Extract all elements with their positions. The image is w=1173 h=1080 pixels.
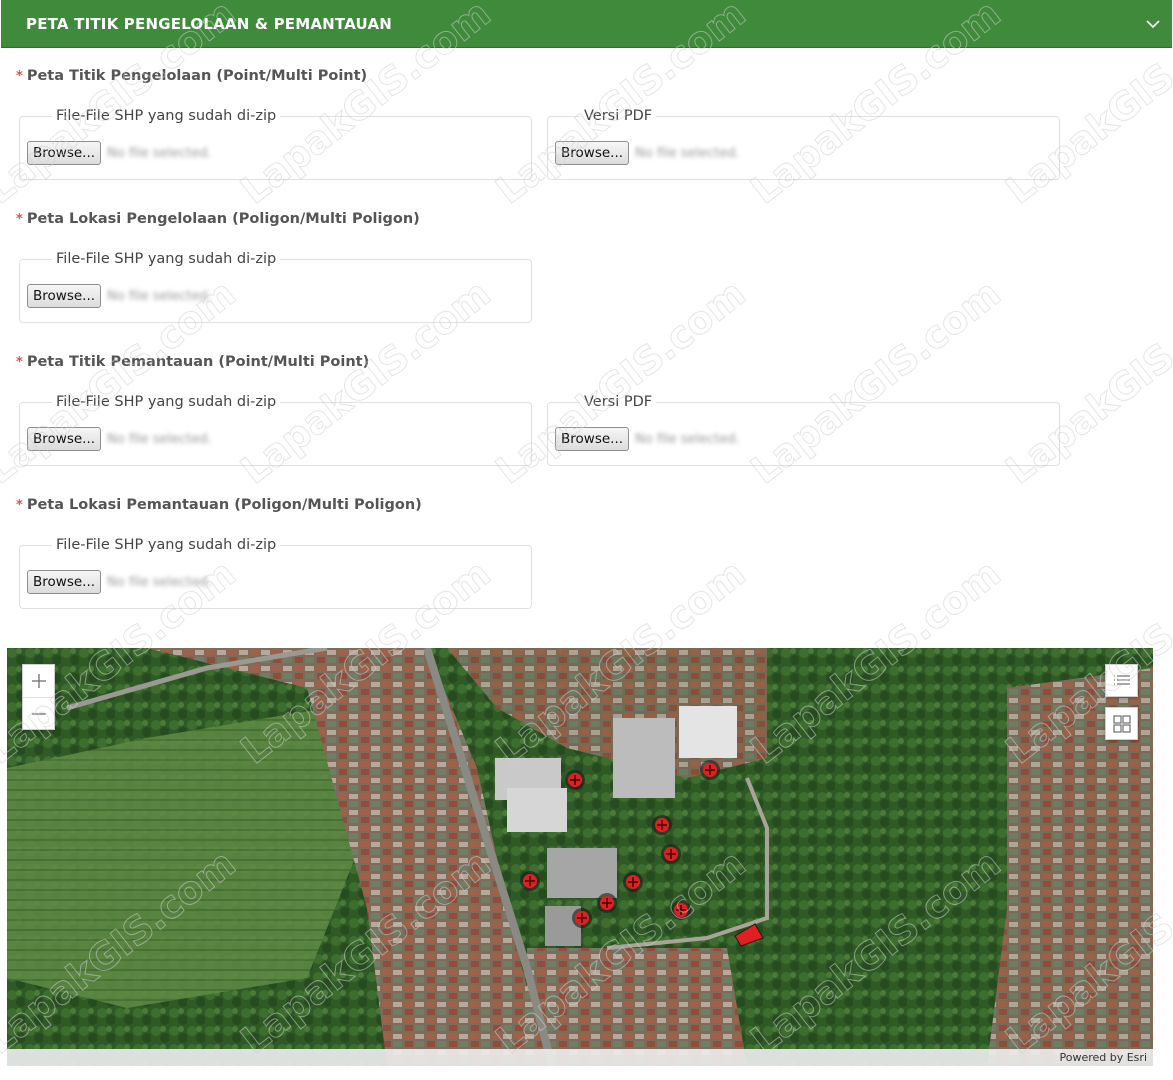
file-input[interactable]: Browse... No file selected. (27, 570, 212, 594)
required-mark: * (16, 212, 23, 227)
file-input[interactable]: Browse... No file selected. (27, 427, 212, 451)
file-status: No file selected. (107, 145, 212, 161)
file-input[interactable]: Browse... No file selected. (555, 141, 740, 165)
file-input[interactable]: Browse... No file selected. (27, 141, 212, 165)
required-mark: * (16, 355, 23, 370)
fieldset-legend: Versi PDF (580, 108, 657, 124)
fieldset-legend: File-File SHP yang sudah di-zip (52, 251, 281, 267)
attribution-text: Powered by Esri (1059, 1051, 1147, 1064)
file-status: No file selected. (107, 574, 212, 590)
section-label-lokasi-pengelolaan: * Peta Lokasi Pengelolaan (Poligon/Multi … (16, 211, 420, 227)
browse-button[interactable]: Browse... (555, 427, 630, 451)
browse-button[interactable]: Browse... (27, 427, 102, 451)
zoom-out-button[interactable] (23, 697, 54, 729)
map-marker (565, 770, 585, 790)
fieldset-legend: File-File SHP yang sudah di-zip (52, 537, 281, 553)
grid-icon (1112, 714, 1131, 733)
browse-button[interactable]: Browse... (27, 570, 102, 594)
zoom-controls (22, 664, 55, 730)
chevron-down-icon[interactable] (1144, 15, 1162, 33)
section-label-text: Peta Lokasi Pengelolaan (Poligon/Multi P… (26, 211, 420, 227)
map-marker (520, 871, 540, 891)
browse-button[interactable]: Browse... (27, 284, 102, 308)
basemap-gallery-button[interactable] (1105, 707, 1138, 740)
browse-button[interactable]: Browse... (27, 141, 102, 165)
factory-building (679, 706, 737, 758)
section-label-titik-pengelolaan: * Peta Titik Pengelolaan (Point/Multi Poi… (16, 68, 367, 84)
section-label-text: Peta Titik Pemantauan (Point/Multi Point… (26, 354, 370, 370)
map-marker (652, 815, 672, 835)
shp-upload-fieldset: File-File SHP yang sudah di-zip Browse..… (19, 537, 532, 609)
file-status: No file selected. (635, 431, 740, 447)
shp-upload-fieldset: File-File SHP yang sudah di-zip Browse..… (19, 108, 532, 180)
satellite-imagery[interactable] (7, 648, 1153, 1066)
map-attribution[interactable]: Powered by Esri (7, 1049, 1153, 1066)
file-input[interactable]: Browse... No file selected. (555, 427, 740, 451)
section-label-text: Peta Titik Pengelolaan (Point/Multi Poin… (26, 68, 368, 84)
map-view[interactable] (7, 648, 1153, 1066)
factory-building (507, 788, 567, 832)
pdf-upload-fieldset: Versi PDF Browse... No file selected. (547, 108, 1060, 180)
map-marker (623, 872, 643, 892)
section-label-titik-pemantauan: * Peta Titik Pemantauan (Point/Multi Poin… (16, 354, 369, 370)
panel-header[interactable]: PETA TITIK PENGELOLAAN & PEMANTAUAN (1, 0, 1172, 48)
plus-icon (31, 674, 46, 688)
layer-list-button[interactable] (1105, 664, 1138, 697)
map-marker (572, 908, 592, 928)
map-marker (671, 900, 691, 920)
fieldset-legend: File-File SHP yang sudah di-zip (52, 108, 281, 124)
map-marker (661, 844, 681, 864)
file-input[interactable]: Browse... No file selected. (27, 284, 212, 308)
file-status: No file selected. (107, 288, 212, 304)
list-icon (1113, 674, 1130, 685)
map-marker (700, 760, 720, 780)
section-label-text: Peta Lokasi Pemantauan (Poligon/Multi Po… (26, 497, 422, 513)
section-label-lokasi-pemantauan: * Peta Lokasi Pemantauan (Poligon/Multi P… (16, 497, 422, 513)
file-status: No file selected. (107, 431, 212, 447)
shp-upload-fieldset: File-File SHP yang sudah di-zip Browse..… (19, 394, 532, 466)
map-marker (597, 893, 617, 913)
fieldset-legend: File-File SHP yang sudah di-zip (52, 394, 281, 410)
required-mark: * (16, 69, 23, 84)
minus-icon (31, 712, 46, 715)
zoom-in-button[interactable] (23, 665, 54, 697)
browse-button[interactable]: Browse... (555, 141, 630, 165)
factory-building (613, 718, 675, 798)
factory-building (547, 848, 617, 898)
file-status: No file selected. (635, 145, 740, 161)
pdf-upload-fieldset: Versi PDF Browse... No file selected. (547, 394, 1060, 466)
panel-title: PETA TITIK PENGELOLAAN & PEMANTAUAN (26, 14, 393, 33)
fieldset-legend: Versi PDF (580, 394, 657, 410)
required-mark: * (16, 498, 23, 513)
shp-upload-fieldset: File-File SHP yang sudah di-zip Browse..… (19, 251, 532, 323)
